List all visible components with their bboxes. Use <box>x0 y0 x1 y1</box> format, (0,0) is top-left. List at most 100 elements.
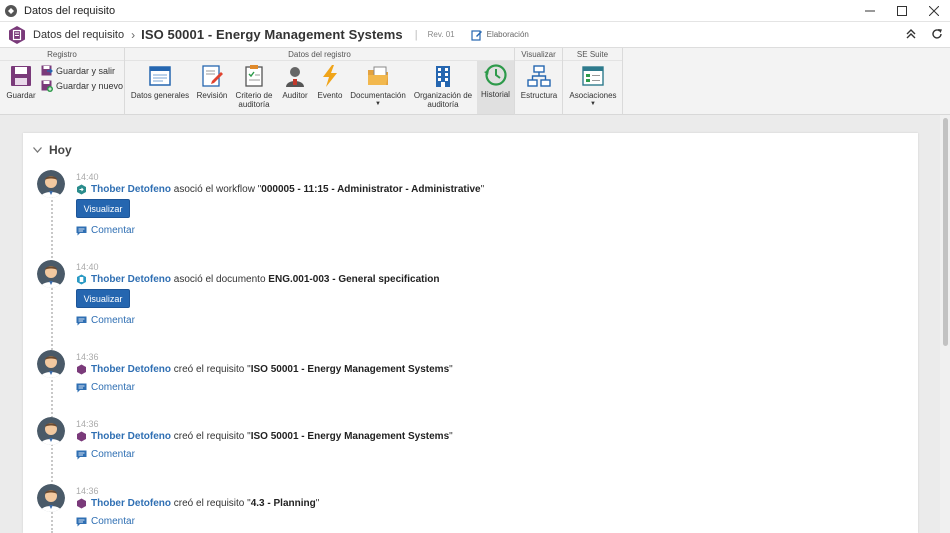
structure-button[interactable]: Estructura <box>519 62 559 100</box>
view-button[interactable]: Visualizar <box>76 289 130 308</box>
entry-time: 14:40 <box>76 262 99 272</box>
scrollbar-thumb[interactable] <box>943 118 948 346</box>
collapse-button[interactable] <box>902 24 920 44</box>
maximize-button[interactable] <box>886 0 918 22</box>
user-link[interactable]: Thober Detofeno <box>91 364 171 375</box>
entry-quote-close: " <box>449 364 453 375</box>
comment-label: Comentar <box>91 382 135 393</box>
double-chevron-up-icon <box>906 29 916 39</box>
comment-icon <box>76 316 87 325</box>
view-button[interactable]: Visualizar <box>76 199 130 218</box>
general-data-button[interactable]: Datos generales <box>129 62 191 100</box>
criteria-label-2: auditoría <box>238 100 270 109</box>
comment-link[interactable]: Comentar <box>76 225 135 236</box>
entry-time: 14:36 <box>76 352 99 362</box>
documentation-button[interactable]: Documentación ▼ <box>349 62 407 107</box>
entry-action: creó el requisito <box>173 498 245 509</box>
chevron-down-icon <box>33 145 42 155</box>
auditor-button[interactable]: Auditor <box>279 62 311 100</box>
edit-stage-icon <box>471 29 482 41</box>
ribbon-group-label: SE Suite <box>563 49 622 61</box>
event-button[interactable]: Evento <box>313 62 347 100</box>
ribbon-group-datos: Datos del registro Datos generales Revis… <box>125 48 515 115</box>
avatar <box>37 484 65 512</box>
entry-description: Thober Detofeno asoció el workflow " 0000… <box>76 184 484 195</box>
comment-label: Comentar <box>91 225 135 236</box>
requirement-badge-icon <box>77 431 86 442</box>
minimize-button[interactable] <box>854 0 886 22</box>
chevron-down-icon: ▼ <box>375 101 381 107</box>
comment-icon <box>76 450 87 459</box>
criteria-icon <box>245 65 263 87</box>
main-content: Hoy 14:40 Thober Detofeno asoció el work… <box>0 115 950 533</box>
save-new-icon <box>41 80 53 92</box>
entry-description: Thober Detofeno creó el requisito " ISO 5… <box>76 364 453 375</box>
event-label: Evento <box>317 91 343 100</box>
revision-button[interactable]: Revisión <box>195 62 229 100</box>
requirement-badge-icon <box>77 498 86 509</box>
comment-icon <box>76 226 87 235</box>
comment-label: Comentar <box>91 516 135 527</box>
comment-link[interactable]: Comentar <box>76 516 135 527</box>
general-data-icon <box>149 66 171 86</box>
chevron-down-icon: ▼ <box>590 101 596 107</box>
avatar <box>37 417 65 445</box>
timeline-entry: 14:40 Thober Detofeno asoció el document… <box>37 260 897 340</box>
audit-criteria-button[interactable]: Criterio de auditoría <box>233 62 275 109</box>
criteria-label-1: Criterio de <box>235 91 273 100</box>
comment-link[interactable]: Comentar <box>76 382 135 393</box>
organization-label-2: auditoría <box>427 100 459 109</box>
history-clock-icon <box>483 64 507 86</box>
entry-description: Thober Detofeno creó el requisito " 4.3 -… <box>76 498 319 509</box>
user-link[interactable]: Thober Detofeno <box>91 274 171 285</box>
folder-icon <box>368 66 388 85</box>
comment-label: Comentar <box>91 315 135 326</box>
audit-organization-button[interactable]: Organización de auditoría <box>411 62 475 109</box>
entry-object: ISO 50001 - Energy Management Systems <box>250 431 450 442</box>
structure-tree-icon <box>527 65 551 87</box>
stage-indicator: Elaboración <box>471 29 529 41</box>
history-label: Historial <box>481 90 510 99</box>
comment-link[interactable]: Comentar <box>76 315 135 326</box>
minimize-icon <box>865 10 875 12</box>
save-exit-icon <box>41 65 53 76</box>
entry-quote-close: " <box>480 184 485 195</box>
avatar <box>37 260 65 288</box>
ribbon-group-label: Visualizar <box>515 49 562 61</box>
record-header: Datos del requisito › ISO 50001 - Energy… <box>0 22 950 47</box>
avatar <box>37 170 65 198</box>
associations-label: Asociaciones <box>569 91 617 100</box>
vertical-scrollbar[interactable] <box>940 115 950 533</box>
entry-quote-close: " <box>449 431 453 442</box>
general-data-label: Datos generales <box>130 91 190 100</box>
associations-button[interactable]: Asociaciones ▼ <box>567 62 619 107</box>
ribbon-group-label: Registro <box>0 49 124 61</box>
comment-link[interactable]: Comentar <box>76 449 135 460</box>
close-button[interactable] <box>918 0 950 22</box>
page-title: ISO 50001 - Energy Management Systems <box>141 27 403 42</box>
window-title: Datos del requisito <box>24 4 116 17</box>
stage-label: Elaboración <box>486 30 529 39</box>
comment-icon <box>76 517 87 526</box>
section-header-hoy[interactable]: Hoy <box>33 143 72 157</box>
save-button[interactable]: Guardar <box>4 62 38 100</box>
header-divider: | <box>414 28 418 41</box>
close-icon <box>929 6 939 16</box>
save-new-button[interactable]: Guardar y nuevo <box>41 80 123 92</box>
user-link[interactable]: Thober Detofeno <box>91 184 171 195</box>
breadcrumb[interactable]: Datos del requisito <box>33 29 124 41</box>
avatar <box>37 350 65 378</box>
ribbon-group-registro: Registro Guardar Guardar y salir Guardar… <box>0 48 125 115</box>
revision-icon <box>202 65 223 87</box>
user-link[interactable]: Thober Detofeno <box>91 431 171 442</box>
ribbon-group-label: Datos del registro <box>125 49 514 61</box>
save-exit-button[interactable]: Guardar y salir <box>41 65 115 77</box>
save-icon <box>11 66 31 86</box>
structure-label: Estructura <box>520 91 558 100</box>
user-link[interactable]: Thober Detofeno <box>91 498 171 509</box>
save-new-label: Guardar y nuevo <box>56 81 124 91</box>
history-panel: Hoy 14:40 Thober Detofeno asoció el work… <box>23 133 918 533</box>
organization-label-1: Organización de <box>413 91 473 100</box>
history-button[interactable]: Historial <box>477 61 514 114</box>
refresh-button[interactable] <box>928 24 946 44</box>
